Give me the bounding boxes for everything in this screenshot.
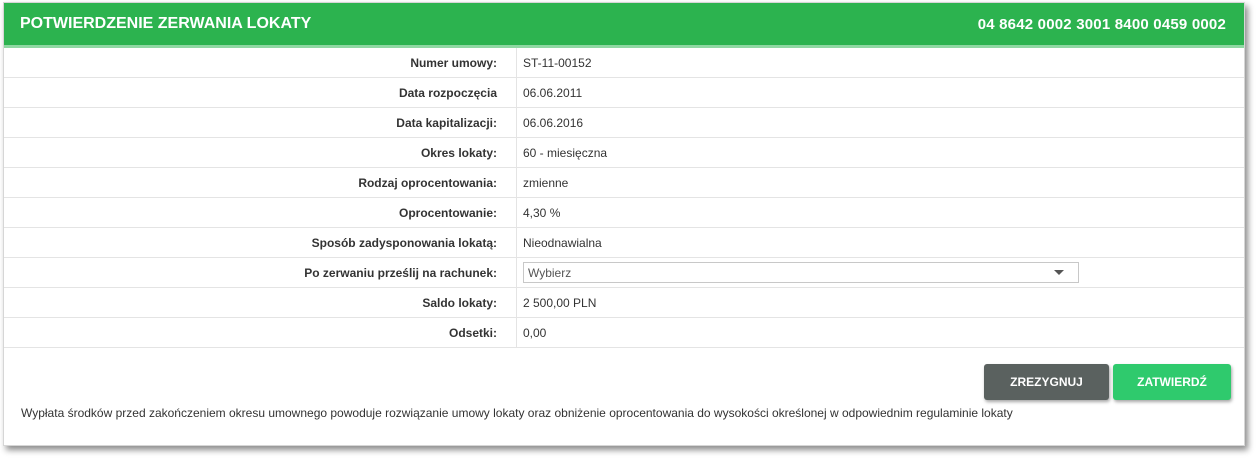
field-value-interest-rate: 4,30 % bbox=[516, 197, 1244, 228]
field-label-interest-rate: Oprocentowanie: bbox=[4, 197, 517, 228]
table-row: Okres lokaty: 60 - miesięczna bbox=[4, 137, 1244, 168]
field-value-balance: 2 500,00 PLN bbox=[516, 287, 1244, 318]
account-number: 04 8642 0002 3001 8400 0459 0002 bbox=[977, 15, 1226, 33]
table-row: Sposób zadysponowania lokatą: Nieodnawia… bbox=[4, 227, 1244, 258]
confirmation-panel: POTWIERDZENIE ZERWANIA LOKATY 04 8642 00… bbox=[3, 2, 1245, 446]
table-row: Oprocentowanie: 4,30 % bbox=[4, 197, 1244, 228]
cancel-button[interactable]: ZREZYGNUJ bbox=[984, 364, 1109, 400]
field-label-capitalization-date: Data kapitalizacji: bbox=[4, 107, 517, 138]
field-value-interest: 0,00 bbox=[516, 317, 1244, 348]
table-row: Rodzaj oprocentowania: zmienne bbox=[4, 167, 1244, 198]
field-label-interest-type: Rodzaj oprocentowania: bbox=[4, 167, 517, 198]
warning-note: Wypłata środków przed zakończeniem okres… bbox=[21, 406, 1013, 420]
table-row: Odsetki: 0,00 bbox=[4, 317, 1244, 348]
field-value-start-date: 06.06.2011 bbox=[516, 77, 1244, 108]
table-row: Po zerwaniu prześlij na rachunek: Wybier… bbox=[4, 257, 1244, 288]
field-label-deposit-period: Okres lokaty: bbox=[4, 137, 517, 168]
details-table: Numer umowy: ST-11-00152 Data rozpoczęci… bbox=[4, 48, 1244, 348]
transfer-account-select[interactable]: Wybierz bbox=[523, 262, 1079, 283]
table-row: Data kapitalizacji: 06.06.2016 bbox=[4, 107, 1244, 138]
panel-header: POTWIERDZENIE ZERWANIA LOKATY 04 8642 00… bbox=[4, 3, 1244, 48]
field-value-capitalization-date: 06.06.2016 bbox=[516, 107, 1244, 138]
field-value-interest-type: zmienne bbox=[516, 167, 1244, 198]
table-row: Data rozpoczęcia 06.06.2011 bbox=[4, 77, 1244, 108]
field-label-transfer-account: Po zerwaniu prześlij na rachunek: bbox=[4, 257, 517, 288]
field-label-balance: Saldo lokaty: bbox=[4, 287, 517, 318]
confirm-button[interactable]: ZATWIERDŹ bbox=[1113, 364, 1231, 400]
field-value-transfer-account: Wybierz bbox=[516, 257, 1244, 288]
field-label-disposition: Sposób zadysponowania lokatą: bbox=[4, 227, 517, 258]
field-value-deposit-period: 60 - miesięczna bbox=[516, 137, 1244, 168]
field-value-disposition: Nieodnawialna bbox=[516, 227, 1244, 258]
field-label-interest: Odsetki: bbox=[4, 317, 517, 348]
field-label-contract-number: Numer umowy: bbox=[4, 48, 517, 78]
field-value-contract-number: ST-11-00152 bbox=[516, 48, 1244, 78]
chevron-down-icon[interactable] bbox=[1054, 270, 1064, 275]
table-row: Numer umowy: ST-11-00152 bbox=[4, 48, 1244, 78]
page-title: POTWIERDZENIE ZERWANIA LOKATY bbox=[20, 15, 312, 32]
table-row: Saldo lokaty: 2 500,00 PLN bbox=[4, 287, 1244, 318]
select-value: Wybierz bbox=[528, 265, 572, 280]
field-label-start-date: Data rozpoczęcia bbox=[4, 77, 517, 108]
